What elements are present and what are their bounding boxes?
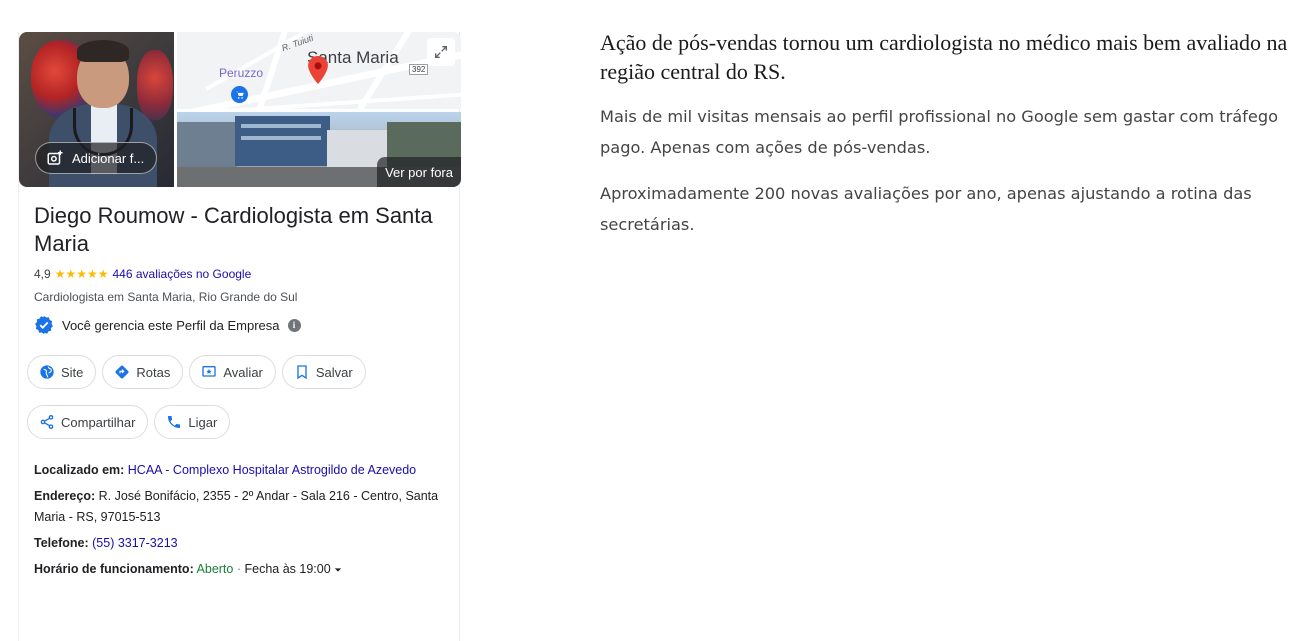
map-poi-label: Peruzzo — [219, 66, 264, 80]
review-button[interactable]: Avaliar — [189, 355, 276, 389]
street-view-button[interactable]: Ver por fora — [377, 157, 461, 187]
address-label: Endereço: — [34, 489, 96, 503]
article-headline: Ação de pós-vendas tornou um cardiologis… — [600, 30, 1288, 84]
hours-close-time: Fecha às 19:00 — [244, 562, 331, 576]
business-category: Cardiologista em Santa Maria, Rio Grande… — [34, 290, 298, 304]
doctor-hair — [77, 40, 129, 62]
heart-painting-right — [137, 50, 173, 120]
located-in-label: Localizado em: — [34, 463, 125, 477]
save-label: Salvar — [315, 364, 353, 380]
site-label: Site — [61, 364, 84, 380]
located-in-row: Localizado em: HCAA - Complexo Hospitala… — [34, 460, 444, 481]
shopping-cart-icon — [231, 86, 248, 103]
phone-icon — [168, 416, 181, 428]
article-paragraph-1: Mais de mil visitas mensais ao perfil pr… — [600, 107, 1279, 157]
rating-value: 4,9 — [34, 267, 51, 281]
bookmark-icon — [297, 365, 307, 380]
manage-profile-text: Você gerencia este Perfil da Empresa — [62, 317, 280, 333]
photo-grid: Adicionar f... R. Tuiuti Peruzzo Santa M… — [19, 32, 461, 187]
review-icon — [202, 366, 217, 377]
phone-label: Telefone: — [34, 536, 89, 550]
expand-map-button[interactable] — [427, 38, 455, 66]
phone-link[interactable]: (55) 3317-3213 — [92, 536, 177, 550]
share-button[interactable]: Compartilhar — [27, 405, 149, 439]
add-photo-icon — [47, 150, 63, 165]
rating-row: 4,9 ★★★★★ 446 avaliações no Google — [34, 267, 444, 281]
directions-icon — [115, 365, 129, 379]
location-map[interactable]: R. Tuiuti Peruzzo Santa Maria 392 — [177, 32, 461, 109]
rating-stars: ★★★★★ — [54, 267, 109, 281]
business-title: Diego Roumow - Cardiologista em Santa Ma… — [34, 203, 433, 256]
action-chips: Site Rotas Avaliar Salvar Compartilhar L… — [27, 355, 447, 439]
business-profile-panel: Adicionar f... R. Tuiuti Peruzzo Santa M… — [18, 32, 461, 641]
phone-row: Telefone: (55) 3317-3213 — [34, 533, 444, 554]
hours-status: Aberto — [196, 562, 234, 576]
info-icon[interactable]: i — [287, 318, 301, 332]
add-photo-button[interactable]: Adicionar f... — [35, 142, 158, 174]
review-label: Avaliar — [223, 364, 263, 380]
verified-badge-icon — [35, 315, 53, 335]
address-row: Endereço: R. José Bonifácio, 2355 - 2º A… — [34, 486, 444, 528]
site-button[interactable]: Site — [27, 355, 97, 389]
hours-separator: · — [236, 562, 242, 576]
call-button[interactable]: Ligar — [154, 405, 231, 439]
located-in-link[interactable]: HCAA - Complexo Hospitalar Astrogildo de… — [128, 463, 416, 477]
reviews-link[interactable]: 446 avaliações no Google — [112, 267, 251, 281]
directions-label: Rotas — [136, 364, 171, 380]
directions-button[interactable]: Rotas — [102, 355, 184, 389]
add-photo-label: Adicionar f... — [72, 150, 145, 166]
doctor-photo[interactable]: Adicionar f... — [19, 32, 174, 187]
manage-profile-notice: Você gerencia este Perfil da Empresa i — [34, 315, 444, 335]
map-route-badge: 392 — [409, 64, 429, 75]
hours-row[interactable]: Horário de funcionamento: Aberto · Fecha… — [34, 559, 444, 580]
street-view-photo[interactable]: Ver por fora — [177, 112, 461, 187]
expand-icon — [435, 46, 447, 58]
hours-label: Horário de funcionamento: — [34, 562, 194, 576]
article-paragraph-2: Aproximadamente 200 novas avaliações por… — [600, 184, 1252, 234]
chevron-down-icon[interactable] — [334, 566, 342, 574]
share-label: Compartilhar — [61, 414, 136, 430]
call-label: Ligar — [188, 414, 218, 430]
map-pin-icon — [308, 56, 328, 84]
share-icon — [40, 415, 54, 429]
save-button[interactable]: Salvar — [281, 355, 366, 389]
profile-details: Diego Roumow - Cardiologista em Santa Ma… — [19, 202, 459, 580]
address-value: R. José Bonifácio, 2355 - 2º Andar - Sal… — [34, 489, 439, 524]
globe-icon — [40, 365, 54, 379]
